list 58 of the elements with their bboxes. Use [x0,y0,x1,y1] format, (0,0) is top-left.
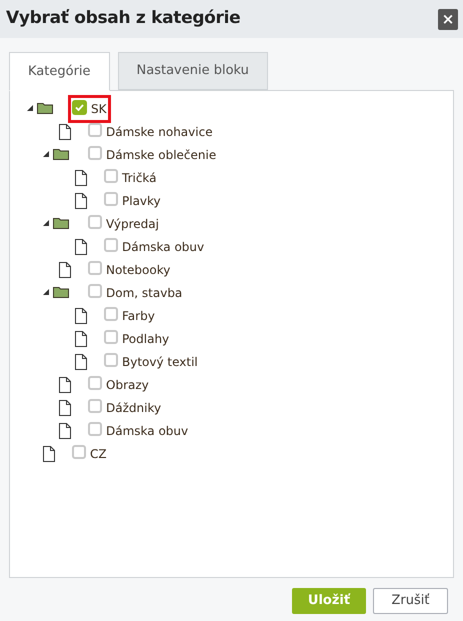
tree-item[interactable]: Dámske oblečenie [86,144,218,164]
page-icon [59,262,71,278]
tree-item[interactable]: Farby [102,306,157,326]
checkbox[interactable] [104,169,118,183]
expand-toggle-icon[interactable] [43,220,49,227]
tree-item[interactable]: Dáždniky [86,398,164,418]
tree-item[interactable]: Tričká [102,168,159,188]
tree-item[interactable]: Dámske nohavice [86,122,215,142]
page-icon [75,192,87,208]
tree-item[interactable]: Podlahy [102,328,172,348]
tree-item[interactable]: SK [70,96,108,120]
tree-item[interactable]: Výpredaj [86,214,161,234]
check-icon [75,104,84,110]
tree-item[interactable]: CZ [70,444,109,464]
tree-item[interactable]: Dámska obuv [86,420,190,440]
folder-icon [53,217,69,230]
tree-item[interactable]: Dámska obuv [102,236,206,256]
tree-item[interactable]: Notebooky [86,260,172,280]
close-button[interactable]: × [438,8,458,30]
tree-item[interactable]: Dom, stavba [86,282,184,302]
checkbox[interactable] [104,192,118,206]
tree-item[interactable]: Plavky [102,190,163,210]
checkbox[interactable] [88,146,102,160]
expand-toggle-icon[interactable] [27,105,33,112]
expand-toggle-icon[interactable] [43,289,49,296]
checkbox[interactable] [88,123,102,137]
folder-icon [53,148,69,161]
window-title: Vybrať obsah z kategórie [6,7,240,30]
checkbox[interactable] [88,422,102,436]
folder-icon [53,286,69,299]
checkbox[interactable] [88,284,102,298]
page-icon [43,446,55,462]
checkbox[interactable] [104,353,118,367]
tree-item[interactable]: Obrazy [86,374,151,394]
checkbox[interactable] [72,445,86,459]
page-icon [75,170,87,186]
checkbox[interactable] [104,330,118,344]
folder-icon [37,102,53,115]
page-icon [59,422,71,438]
checkbox[interactable] [88,215,102,229]
checkbox[interactable] [72,100,87,114]
page-icon [59,400,71,416]
page-icon [75,308,87,324]
page-icon [59,376,71,392]
tree-item[interactable]: Bytový textil [102,352,200,372]
checkbox[interactable] [88,261,102,275]
page-icon [75,354,87,370]
checkbox[interactable] [88,376,102,390]
expand-toggle-icon[interactable] [43,151,49,158]
checkbox[interactable] [104,307,118,321]
checkbox[interactable] [88,399,102,413]
page-icon [75,238,87,254]
tab[interactable]: Kategórie [9,52,110,91]
page-icon [59,124,71,140]
tab[interactable]: Nastavenie bloku [118,52,268,90]
cancel-button[interactable]: Zrušiť [373,588,448,614]
checkbox[interactable] [104,238,118,252]
page-icon [75,330,87,346]
